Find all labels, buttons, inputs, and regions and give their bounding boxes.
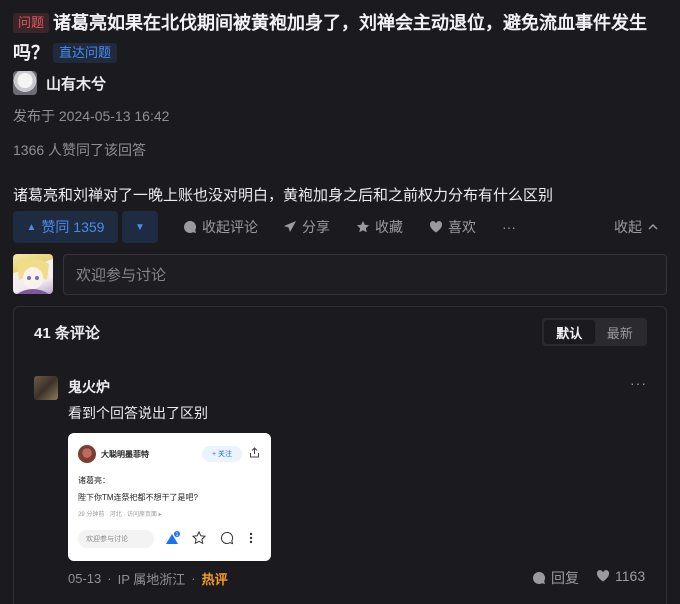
embed-upvote-icon: 1 <box>164 531 180 550</box>
star-icon <box>357 221 369 233</box>
current-user-avatar <box>13 254 53 294</box>
comment-sort-toggle: 默认 最新 <box>542 318 647 346</box>
embed-follow-badge: + 关注 <box>202 446 242 462</box>
triangle-up-icon: ▲ <box>26 221 37 233</box>
sort-latest-button[interactable]: 最新 <box>595 320 646 344</box>
embed-star-icon <box>191 530 207 548</box>
like-label: 喜欢 <box>448 219 476 235</box>
favorite-label: 收藏 <box>375 219 403 235</box>
author-row: 山有木兮 <box>13 70 106 96</box>
comment-bubble-icon <box>184 221 197 233</box>
embed-more-icon <box>248 531 254 548</box>
hot-comment-badge: 热评 <box>201 572 228 587</box>
embed-line-1: 诸葛亮： <box>78 476 110 485</box>
collapse-answer-button[interactable]: 收起 <box>614 211 659 243</box>
comment-footer: 05-13 · IP 属地浙江 · 热评 <box>68 569 228 588</box>
upvote-label: 赞同 1359 <box>41 219 105 235</box>
like-button[interactable]: 喜欢 <box>429 211 476 243</box>
comment-date: 05-13 <box>68 571 102 586</box>
comments-count: 41 条评论 <box>34 325 100 342</box>
commenter-name[interactable]: 鬼火炉 <box>68 377 110 397</box>
chevron-up-icon <box>648 223 658 230</box>
embed-line-2: 陛下你TM连祭祀都不想干了是吧? <box>78 493 198 502</box>
share-button[interactable]: 分享 <box>283 211 330 243</box>
commenter-avatar[interactable] <box>34 376 58 400</box>
favorite-button[interactable]: 收藏 <box>356 211 403 243</box>
heart-icon <box>429 221 443 233</box>
sort-default-button[interactable]: 默认 <box>544 320 595 344</box>
upvote-button[interactable]: ▲ 赞同 1359 <box>13 211 118 243</box>
embed-avatar <box>78 445 96 463</box>
comments-panel: 41 条评论 默认 最新 鬼火炉 ··· 看到个回答说出了区别 大聪明墨菲特 +… <box>13 306 667 604</box>
answer-text: 诸葛亮和刘禅对了一晚上账也没对明白，黄袍加身之后和之前权力分布有什么区别 <box>13 187 554 204</box>
comment-bubble-icon <box>533 572 546 584</box>
author-avatar[interactable] <box>13 71 37 95</box>
question-title-block: 问题 诸葛亮如果在北伐期间被黄袍加身了，刘禅会主动退位，避免流血事件发生吗？ 直达问… <box>13 8 673 68</box>
embed-meta: 29 分钟前 · 河北 · 访问原页面 ▸ <box>78 512 162 518</box>
more-actions-label: ··· <box>502 219 516 235</box>
goto-question-link[interactable]: 直达问题 <box>53 43 118 63</box>
share-label: 分享 <box>302 219 330 235</box>
publish-time: 发布于 2024-05-13 16:42 <box>13 108 170 124</box>
collapse-comments-button[interactable]: 收起评论 <box>183 211 258 243</box>
reply-button[interactable]: 回复 <box>532 568 579 588</box>
separator-dot: · <box>107 571 112 586</box>
separator-dot: · <box>191 571 196 586</box>
collapse-answer-label: 收起 <box>614 219 642 235</box>
triangle-down-icon: ▼ <box>135 221 145 233</box>
comment-input-placeholder: 欢迎参与讨论 <box>76 267 167 284</box>
author-name[interactable]: 山有木兮 <box>46 73 106 94</box>
anime-avatar-icon <box>17 259 49 294</box>
question-tag: 问题 <box>13 13 50 33</box>
embed-input: 欢迎参与讨论 <box>78 530 154 548</box>
comment-more-button[interactable]: ··· <box>630 375 647 391</box>
more-actions-button[interactable]: ··· <box>502 211 516 243</box>
reply-label: 回复 <box>551 570 579 586</box>
comment-like-count: 1163 <box>615 568 646 584</box>
comment-text: 看到个回答说出了区别 <box>68 405 208 421</box>
downvote-button[interactable]: ▼ <box>122 211 158 243</box>
share-plane-icon <box>284 221 296 232</box>
comment-image[interactable]: 大聪明墨菲特 + 关注 诸葛亮： 陛下你TM连祭祀都不想干了是吧? 29 分钟前… <box>68 433 271 561</box>
likes-summary: 1366 人赞同了该回答 <box>13 142 147 158</box>
comment-like-button[interactable]: 1163 <box>596 568 645 584</box>
embed-author-name: 大聪明墨菲特 <box>101 450 149 459</box>
embed-comment-icon <box>220 531 234 548</box>
embed-share-icon <box>249 447 260 461</box>
heart-icon <box>596 570 610 582</box>
comment-input[interactable]: 欢迎参与讨论 <box>63 254 667 295</box>
collapse-comments-label: 收起评论 <box>202 219 258 235</box>
embed-badge: 1 <box>176 532 179 538</box>
comment-ip: IP 属地浙江 <box>117 572 186 587</box>
